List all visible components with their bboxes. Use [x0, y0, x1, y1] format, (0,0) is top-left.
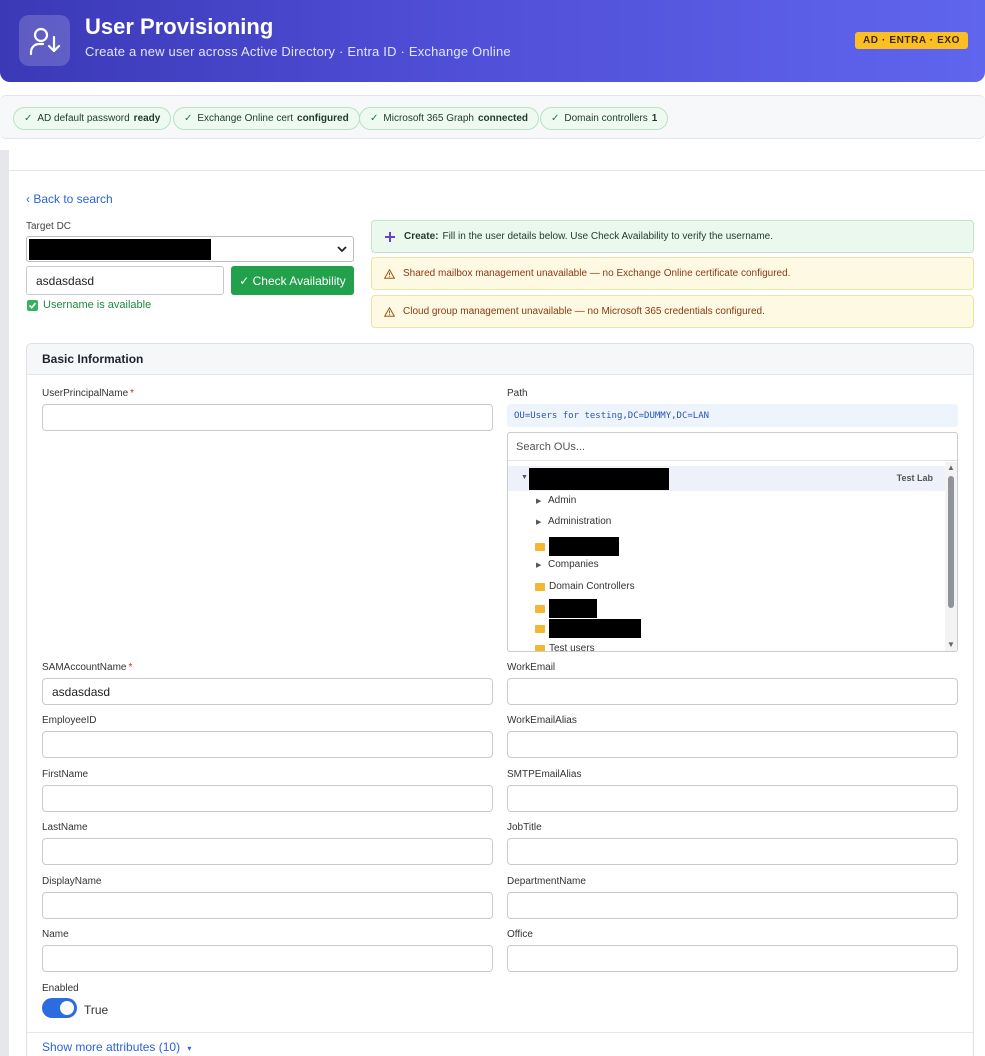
- required-mark: *: [130, 388, 135, 399]
- scroll-thumb[interactable]: [948, 476, 954, 608]
- required-mark: *: [128, 662, 133, 673]
- basic-information-card: Basic Information UserPrincipalName * Pat…: [26, 343, 974, 1056]
- office-label: Office: [507, 929, 533, 940]
- enabled-label: Enabled: [42, 983, 79, 994]
- employee-id-input[interactable]: [42, 731, 493, 758]
- redacted-ou: [549, 599, 597, 618]
- create-info-alert: Create: Fill in the user details below. …: [371, 220, 974, 253]
- section-title: Basic Information: [42, 352, 144, 366]
- redacted-value: [29, 239, 211, 260]
- ou-item-administration[interactable]: ▶ Administration: [536, 516, 611, 527]
- name-input[interactable]: [42, 945, 493, 972]
- caret-right-icon[interactable]: ▶: [536, 497, 548, 505]
- target-dc-select[interactable]: [26, 236, 354, 262]
- folder-icon: [535, 624, 545, 633]
- warning-icon: [384, 306, 395, 317]
- enabled-value: True: [84, 1003, 109, 1017]
- ou-tree-panel: Search OUs... ▼ Test Lab ▶ Admin ▶ Adminis…: [507, 432, 958, 652]
- sam-label: SAMAccountName *: [42, 662, 133, 673]
- work-email-label: WorkEmail: [507, 662, 556, 673]
- toggle-knob: [60, 1001, 74, 1015]
- status-strip: ✓ AD default password ready ✓ Exchange On…: [0, 95, 985, 139]
- scroll-down-icon[interactable]: ▼: [947, 640, 955, 649]
- folder-icon: [535, 542, 545, 551]
- folder-icon: [535, 644, 545, 651]
- ou-item-admin[interactable]: ▶ Admin: [536, 495, 576, 506]
- enabled-toggle[interactable]: [42, 998, 77, 1018]
- path-label: Path: [507, 388, 528, 399]
- first-name-input[interactable]: [42, 785, 493, 812]
- username-input[interactable]: asdasdasd: [26, 266, 224, 295]
- path-value: OU=Users for testing,DC=DUMMY,DC=LAN: [507, 404, 958, 427]
- left-scroll-gutter: [0, 150, 9, 1056]
- upn-input[interactable]: [42, 404, 493, 431]
- ou-scrollbar[interactable]: ▲ ▼: [945, 462, 957, 651]
- job-title-input[interactable]: [507, 838, 958, 865]
- target-dc-label: Target DC: [26, 221, 72, 232]
- first-name-label: FirstName: [42, 769, 89, 780]
- user-download-icon: [19, 15, 70, 66]
- work-email-input[interactable]: [507, 678, 958, 705]
- display-name-input[interactable]: [42, 892, 493, 919]
- folder-icon: [535, 604, 545, 613]
- smtp-alias-label: SMTPEmailAlias: [507, 769, 582, 780]
- cloud-group-warning-alert: Cloud group management unavailable — no …: [371, 295, 974, 328]
- card-header: Basic Information: [27, 344, 973, 375]
- back-to-search-link[interactable]: ‹ Back to search: [26, 192, 113, 206]
- ou-item-domain-controllers[interactable]: Domain Controllers: [535, 581, 635, 592]
- app-header: User Provisioning Create a new user acro…: [0, 0, 985, 82]
- plus-icon: [384, 231, 396, 243]
- ou-item-redacted[interactable]: [535, 619, 641, 638]
- check-icon: ✓: [24, 113, 33, 124]
- caret-right-icon[interactable]: ▶: [536, 561, 548, 569]
- caret-right-icon[interactable]: ▶: [536, 518, 548, 526]
- ou-item-test-users[interactable]: Test users: [535, 643, 595, 651]
- work-email-alias-label: WorkEmailAlias: [507, 715, 577, 726]
- check-icon: ✓: [370, 113, 379, 124]
- sam-input[interactable]: asdasdasd: [42, 678, 493, 705]
- last-name-input[interactable]: [42, 838, 493, 865]
- check-icon: ✓: [184, 113, 193, 124]
- display-name-label: DisplayName: [42, 876, 102, 887]
- job-title-label: JobTitle: [507, 822, 542, 833]
- status-pill-dc: ✓ Domain controllers 1: [540, 107, 669, 130]
- redacted-ou: [549, 619, 641, 638]
- status-pill-ad-password: ✓ AD default password ready: [13, 107, 172, 130]
- chevron-down-icon: [337, 246, 347, 253]
- ou-item-redacted[interactable]: [535, 599, 597, 618]
- ou-item-companies[interactable]: ▶ Companies: [536, 559, 599, 570]
- redacted-domain: [529, 468, 669, 490]
- ou-item-redacted[interactable]: [535, 537, 619, 556]
- upn-label: UserPrincipalName *: [42, 388, 135, 399]
- check-icon: ✓: [551, 113, 560, 124]
- ou-search-input[interactable]: Search OUs...: [508, 433, 957, 461]
- mailbox-warning-alert: Shared mailbox management unavailable — …: [371, 257, 974, 290]
- warning-icon: [384, 268, 395, 279]
- show-more-attributes-link[interactable]: Show more attributes (10) ▾: [42, 1040, 191, 1054]
- scroll-up-icon[interactable]: ▲: [947, 463, 955, 472]
- last-name-label: LastName: [42, 822, 88, 833]
- smtp-alias-input[interactable]: [507, 785, 958, 812]
- department-label: DepartmentName: [507, 876, 586, 887]
- page-title: User Provisioning: [85, 14, 274, 39]
- redacted-ou: [549, 537, 619, 556]
- page-subtitle: Create a new user across Active Director…: [85, 44, 511, 59]
- folder-icon: [535, 582, 545, 591]
- scope-badge: AD · ENTRA · EXO: [854, 32, 968, 49]
- divider: [9, 170, 985, 171]
- check-availability-button[interactable]: ✓ Check Availability: [231, 266, 354, 295]
- ou-tree-root[interactable]: ▼ Test Lab: [508, 466, 946, 491]
- checkbox-check-icon: [27, 299, 38, 311]
- status-pill-graph: ✓ Microsoft 365 Graph connected: [359, 107, 540, 130]
- availability-status: Username is available: [27, 299, 151, 311]
- work-email-alias-input[interactable]: [507, 731, 958, 758]
- department-input[interactable]: [507, 892, 958, 919]
- employee-id-label: EmployeeID: [42, 715, 97, 726]
- caret-down-icon: ▾: [187, 1044, 192, 1053]
- divider: [27, 1032, 973, 1033]
- status-pill-exo-cert: ✓ Exchange Online cert configured: [173, 107, 360, 130]
- ou-root-tag: Test Lab: [896, 473, 933, 483]
- name-label: Name: [42, 929, 69, 940]
- office-input[interactable]: [507, 945, 958, 972]
